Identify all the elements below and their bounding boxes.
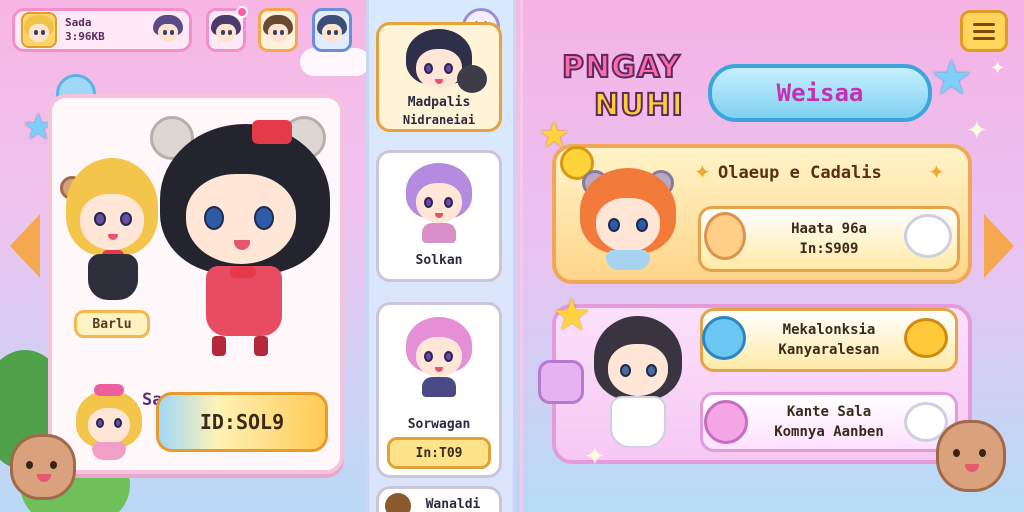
pink-cat-icon [704, 400, 748, 444]
sparkle-decoration: ✦ [694, 160, 711, 184]
offer-card-1-headline: Olaeup e Cadalis [718, 163, 882, 183]
offer-row-subtitle: Kanyaralesan [778, 342, 880, 358]
offer-row-title: Kante Sala [786, 404, 872, 420]
featured-character-id-button[interactable]: ID:SOL9 [156, 392, 328, 452]
player-profile-card[interactable]: Sada 3:96KB [12, 8, 192, 52]
friend-slot-3[interactable] [312, 8, 352, 52]
orange-slime-icon [904, 318, 948, 358]
friend-slot-2[interactable] [258, 8, 298, 52]
list-item[interactable]: Madpalis Nidraneiai [376, 22, 502, 132]
list-item-title: Sorwagan [407, 417, 471, 432]
pet-cat-icon [457, 65, 487, 93]
secondary-avatar [153, 15, 183, 45]
cat-pet-icon [704, 212, 746, 260]
sparkle-decoration: ✦ [966, 116, 988, 146]
blue-slime-icon [702, 316, 746, 360]
player-name: Sada [65, 16, 92, 29]
featured-character-portrait [74, 384, 144, 460]
ghost-pet-icon [904, 214, 952, 258]
offer-row-subtitle: Komnya Aanben [774, 424, 884, 440]
player-id: 3:96KB [65, 30, 105, 43]
offer-row-title: Mekalonksia [782, 322, 876, 338]
offer-card-2-character [588, 310, 688, 450]
list-item-id-button[interactable]: In:T09 [387, 437, 491, 469]
list-item-title: Madpalis [407, 95, 471, 110]
offer-row-title: Haata 96a [791, 221, 867, 237]
offer-card-1-character [572, 160, 682, 270]
game-logo-line1: PNGAY [561, 49, 681, 86]
friend-slot-1[interactable] [206, 6, 248, 52]
player-avatar [21, 12, 57, 48]
list-item[interactable]: Solkan [376, 150, 502, 282]
event-title-button[interactable]: Weisaa [708, 64, 932, 122]
star-decoration: ★ [552, 290, 592, 341]
prev-character-arrow[interactable] [10, 214, 40, 278]
star-decoration: ★ [930, 50, 974, 106]
cloud-decoration [300, 48, 370, 76]
gift-pouch-icon [538, 360, 584, 404]
character-main[interactable] [150, 110, 340, 360]
bear-mascot [936, 420, 1006, 492]
list-item[interactable]: Wanaldi [376, 486, 502, 512]
star-decoration: ★ [538, 115, 571, 156]
menu-hamburger-icon[interactable] [960, 10, 1008, 52]
list-item-subtitle: Nidraneiai [402, 113, 476, 127]
character-blonde[interactable] [60, 150, 162, 310]
bear-mascot [10, 434, 76, 500]
list-item[interactable]: Sorwagan In:T09 [376, 302, 502, 478]
sparkle-decoration: ✦ [928, 160, 945, 184]
character-name-tag: Barlu [74, 310, 150, 338]
offer-row-subtitle: In:S909 [799, 241, 859, 257]
game-logo-line2: NUHI [593, 87, 684, 124]
next-offer-arrow[interactable] [984, 214, 1014, 278]
list-item-title: Solkan [415, 253, 463, 268]
sparkle-decoration: ✦ [990, 58, 1006, 79]
